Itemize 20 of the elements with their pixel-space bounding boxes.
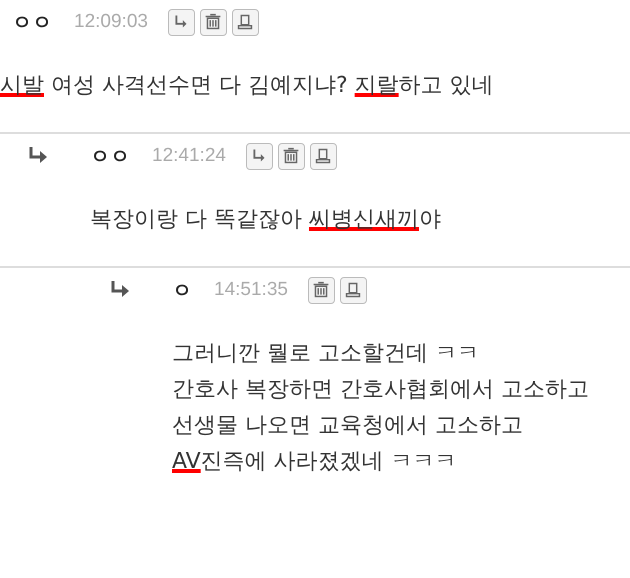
comment-time: 12:41:24 [152, 145, 226, 167]
report-button[interactable] [310, 142, 337, 170]
report-button[interactable] [232, 8, 259, 36]
comment-text: AV진즉에 사라졌겠네 ㅋㅋㅋ [172, 448, 458, 476]
comment-text: 복장이랑 다 똑같잖아 씨병신새끼 야 [90, 206, 442, 234]
author-name: ㅇㅇ [12, 8, 52, 36]
delete-button[interactable] [200, 8, 227, 36]
comment-text: 간호사 복장하면 간호사협회에서 고소하고 [172, 376, 590, 404]
comment-time: 12:09:03 [74, 11, 148, 33]
delete-button[interactable] [278, 142, 305, 170]
reply-button[interactable] [168, 8, 195, 36]
comment-text: 그러니깐 뭘로 고소할건데 ㅋㅋ [172, 340, 480, 368]
comment-time: 14:51:35 [214, 279, 288, 301]
author-name: ㅇ [172, 276, 192, 304]
reply-button[interactable] [246, 142, 273, 170]
author-name: ㅇㅇ [90, 142, 130, 170]
comment-text: 선생물 나오면 교육청에서 고소하고 [172, 412, 524, 440]
delete-button[interactable] [308, 276, 335, 304]
comment-text: 시발 여성 사격선수면 다 김예지냐? 지랄하고 있네 [0, 72, 495, 100]
report-button[interactable] [340, 276, 367, 304]
